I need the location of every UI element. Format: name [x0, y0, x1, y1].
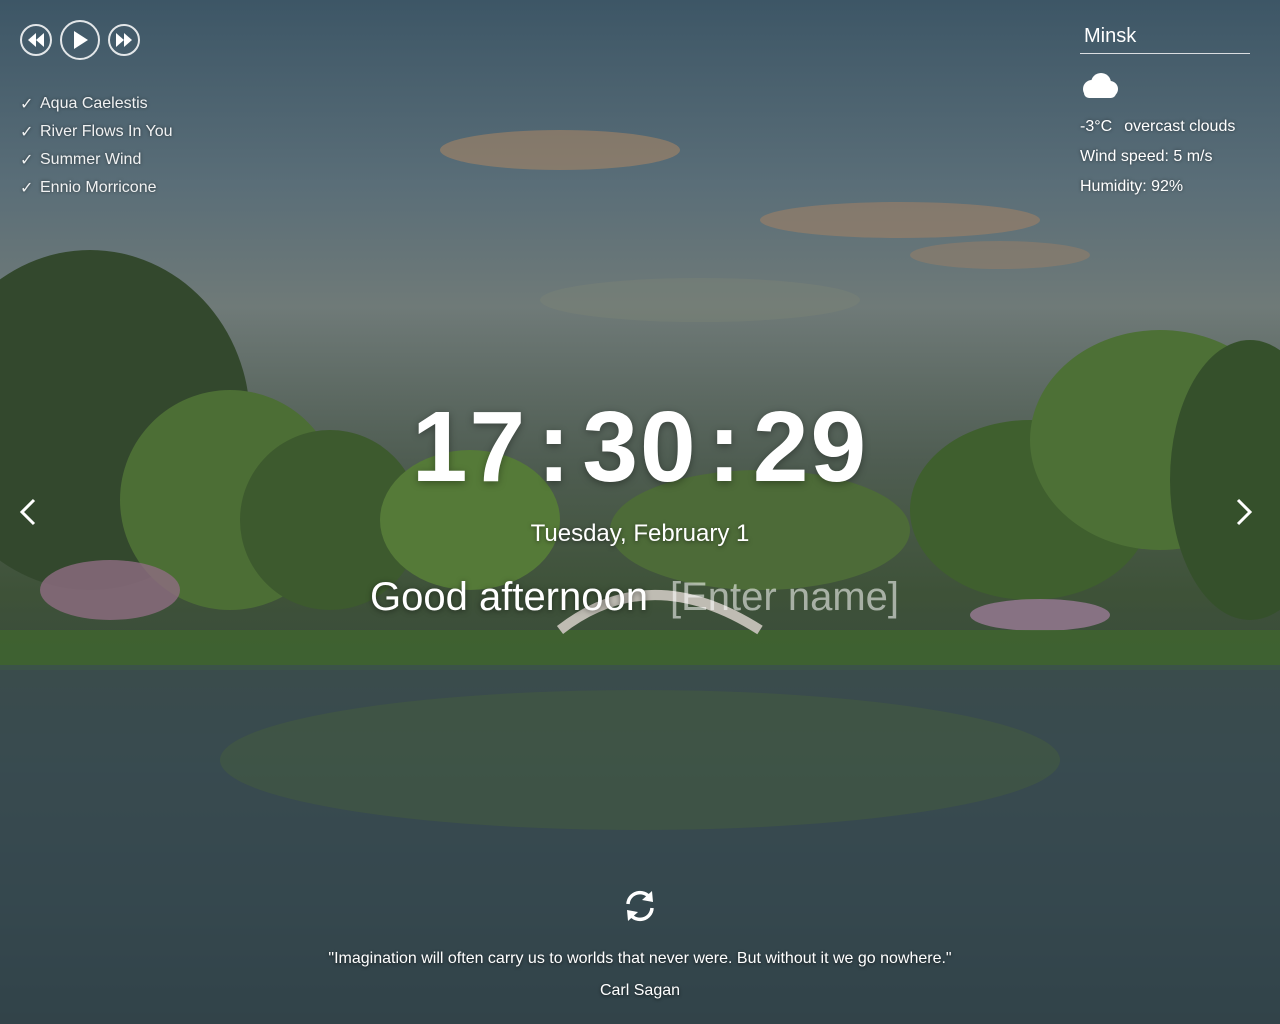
clock-separator: : [537, 391, 573, 503]
weather-widget: -3°C overcast clouds Wind speed: 5 m/s H… [1080, 20, 1250, 202]
chevron-left-icon [19, 498, 36, 526]
playlist-item[interactable]: ✓ Ennio Morricone [20, 174, 173, 202]
clock-minutes: 30 [582, 391, 698, 503]
track-title: River Flows In You [40, 123, 173, 140]
quote-text: "Imagination will often carry us to worl… [328, 950, 952, 967]
name-input[interactable] [670, 575, 910, 620]
refresh-icon [626, 890, 654, 922]
check-icon: ✓ [20, 180, 34, 197]
play-button[interactable] [60, 20, 100, 60]
playlist: ✓ Aqua Caelestis ✓ River Flows In You ✓ … [20, 90, 173, 202]
date: Tuesday, February 1 [530, 520, 750, 547]
track-title: Ennio Morricone [40, 179, 157, 196]
greeting-container: Good afternoon [0, 575, 1280, 620]
next-track-button[interactable] [108, 24, 140, 56]
clock: 17:30:29 [0, 390, 1280, 505]
check-icon: ✓ [20, 96, 34, 113]
playlist-item[interactable]: ✓ Aqua Caelestis [20, 90, 173, 118]
previous-background-button[interactable] [18, 496, 38, 528]
check-icon: ✓ [20, 152, 34, 169]
fast-forward-icon [116, 33, 132, 47]
weather-description: overcast clouds [1124, 118, 1236, 135]
next-background-button[interactable] [1234, 496, 1254, 528]
player-controls [20, 20, 173, 60]
city-input[interactable] [1080, 20, 1250, 54]
check-icon: ✓ [20, 124, 34, 141]
clock-hours: 17 [411, 391, 528, 503]
audio-player: ✓ Aqua Caelestis ✓ River Flows In You ✓ … [20, 20, 173, 202]
weather-summary: -3°C overcast clouds [1080, 112, 1250, 142]
temperature: -3°C [1080, 118, 1113, 135]
clock-separator: : [707, 391, 743, 503]
previous-track-button[interactable] [20, 24, 52, 56]
greeting-text: Good afternoon [370, 575, 648, 619]
refresh-quote-button[interactable] [622, 888, 658, 924]
clock-seconds: 29 [752, 391, 869, 503]
track-title: Summer Wind [40, 151, 142, 168]
chevron-right-icon [1236, 498, 1253, 526]
rewind-icon [28, 33, 44, 47]
track-title: Aqua Caelestis [40, 95, 148, 112]
quote-author: Carl Sagan [599, 982, 681, 999]
playlist-item[interactable]: ✓ River Flows In You [20, 118, 173, 146]
playlist-item[interactable]: ✓ Summer Wind [20, 146, 173, 174]
cloud-icon [1080, 72, 1250, 102]
play-icon [74, 31, 88, 49]
humidity: Humidity: 92% [1080, 178, 1184, 195]
wind-speed: Wind speed: 5 m/s [1080, 148, 1213, 165]
